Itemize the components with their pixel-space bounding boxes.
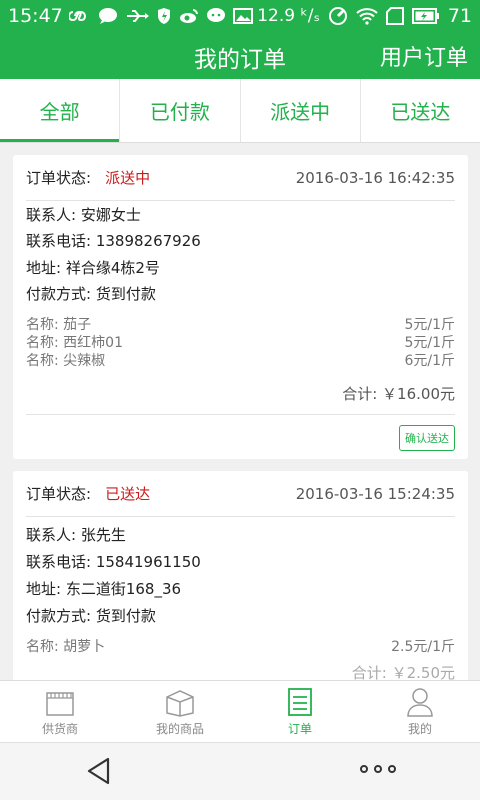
item-price: 6元/1斤 (404, 353, 455, 369)
payment-method: 付款方式: 货到付款 (26, 607, 156, 625)
wifi-icon (356, 7, 378, 25)
order-total: 合计: ￥16.00元 (26, 373, 455, 415)
system-nav-bar (0, 742, 480, 800)
back-button[interactable] (86, 757, 112, 789)
payment-method: 付款方式: 货到付款 (26, 285, 156, 304)
more-dot-icon (360, 765, 368, 773)
network-speed: 12.9 ᵏ/ₛ (257, 6, 320, 26)
order-item: 名称: 胡萝卜 2.5元/1斤 (26, 633, 455, 659)
order-list[interactable]: 订单状态: 派送中 2016-03-16 16:42:35 联系人: 安娜女士 … (0, 143, 480, 680)
shield-icon (156, 7, 172, 25)
tab-delivered[interactable]: 已送达 (361, 79, 480, 142)
delivery-address: 地址: 东二道街168_36 (26, 580, 182, 598)
order-card: 订单状态: 派送中 2016-03-16 16:42:35 联系人: 安娜女士 … (13, 155, 468, 459)
store-icon (46, 692, 74, 716)
nav-label: 订单 (287, 722, 312, 736)
chat-bubble-icon (98, 7, 118, 25)
delivery-address: 地址: 祥合缘4栋2号 (26, 258, 160, 277)
order-tabs: 全部 已付款 派送中 已送达 (0, 79, 480, 143)
order-status-label: 订单状态: (26, 485, 92, 503)
infinity-icon (68, 9, 91, 23)
item-name: 名称: 茄子 (26, 317, 92, 333)
item-name: 名称: 西红柿01 (26, 335, 123, 351)
list-icon (288, 688, 312, 716)
item-price: 2.5元/1斤 (391, 639, 455, 655)
nav-orders[interactable]: 订单 (240, 681, 360, 742)
tab-paid[interactable]: 已付款 (120, 79, 241, 142)
user-icon (407, 688, 433, 717)
status-bar: 15:47 12.9 ᵏ/ₛ 71 (0, 0, 480, 32)
contact-name: 联系人: 安娜女士 (26, 205, 141, 224)
tab-delivering[interactable]: 派送中 (241, 79, 361, 142)
nav-label: 我的商品 (155, 722, 204, 736)
nav-label: 供货商 (41, 722, 78, 736)
signal-icon (328, 6, 348, 26)
order-datetime: 2016-03-16 16:42:35 (295, 168, 455, 187)
wechat-icon (206, 7, 226, 25)
image-icon (232, 8, 253, 24)
usb-icon (125, 9, 149, 23)
more-dot-icon (388, 765, 396, 773)
box-icon (166, 690, 194, 717)
bottom-nav: 供货商 我的商品 订单 我的 (0, 680, 480, 742)
app-bar: 我的订单 用户订单 (0, 32, 480, 79)
order-status: 派送中 (105, 169, 151, 187)
clock: 15:47 (8, 5, 63, 27)
order-item: 名称: 西红柿01 5元/1斤 (26, 333, 455, 351)
order-status-row: 订单状态: 派送中 2016-03-16 16:42:35 (26, 155, 455, 201)
item-price: 5元/1斤 (404, 335, 455, 351)
battery-level: 71 (447, 5, 472, 27)
order-datetime: 2016-03-16 15:24:35 (295, 484, 455, 503)
back-icon (87, 757, 110, 785)
contact-name: 联系人: 张先生 (26, 526, 126, 544)
order-total: 合计: ￥2.50元 (351, 663, 455, 681)
order-status-row: 订单状态: 已送达 2016-03-16 15:24:35 (26, 471, 455, 517)
nav-suppliers[interactable]: 供货商 (0, 681, 120, 742)
order-item: 名称: 茄子 5元/1斤 (26, 315, 455, 333)
nav-me[interactable]: 我的 (360, 681, 480, 742)
item-price: 5元/1斤 (404, 317, 455, 333)
order-status-label: 订单状态: (26, 169, 92, 187)
order-item: 名称: 尖辣椒 6元/1斤 (26, 351, 455, 369)
confirm-delivery-button[interactable]: 确认送达 (399, 425, 455, 451)
user-orders-button[interactable]: 用户订单 (380, 40, 468, 72)
contact-phone: 联系电话: 13898267926 (26, 232, 201, 251)
more-button[interactable] (360, 765, 396, 773)
contact-phone: 联系电话: 15841961150 (26, 553, 201, 571)
weibo-icon (179, 8, 199, 24)
item-name: 名称: 胡萝卜 (26, 639, 106, 655)
order-card: 订单状态: 已送达 2016-03-16 15:24:35 联系人: 张先生 联… (13, 471, 468, 680)
nav-my-products[interactable]: 我的商品 (120, 681, 240, 742)
tab-all[interactable]: 全部 (0, 79, 121, 142)
nav-label: 我的 (407, 722, 432, 736)
battery-icon (411, 8, 440, 24)
order-status: 已送达 (105, 485, 151, 503)
sim-icon (385, 7, 404, 25)
item-name: 名称: 尖辣椒 (26, 353, 106, 369)
more-dot-icon (374, 765, 382, 773)
